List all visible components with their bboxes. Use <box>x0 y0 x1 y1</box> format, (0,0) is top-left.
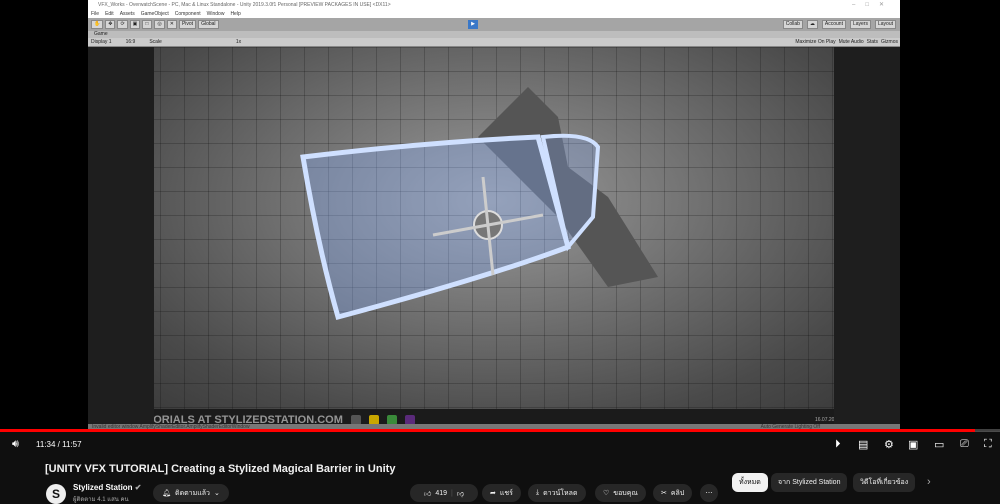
cloud-icon: ☁ <box>806 20 818 29</box>
cast-icon[interactable]: ⎚ <box>960 434 969 454</box>
autoplay-toggle[interactable]: ⏵ <box>835 434 841 454</box>
scissors-icon: ✂ <box>661 490 667 497</box>
theater-mode-icon[interactable]: ▭ <box>934 434 944 454</box>
subscribe-button[interactable]: 🔔︎ ติดตามแล้ว ⌄ <box>153 484 229 502</box>
more-actions-button[interactable]: ⋯ <box>700 484 718 502</box>
layout-dropdown: Layout <box>874 20 896 29</box>
scale-value: 1x <box>235 39 242 45</box>
volume-icon[interactable]: 🔊︎ <box>12 434 19 454</box>
stats: Stats <box>866 39 879 45</box>
custom-tool-icon: ✕ <box>166 20 177 29</box>
scale-tool-icon: ▣ <box>129 20 141 29</box>
game-options-bar: Display 1 16:9 Scale 1x Maximize On Play Mut… <box>88 38 900 47</box>
mute-audio: Mute Audio <box>838 39 864 45</box>
settings-icon[interactable]: ⚙ <box>884 434 894 454</box>
chevron-right-icon[interactable]: › <box>927 476 931 488</box>
chip-all[interactable]: ทั้งหมด <box>732 473 768 492</box>
like-button[interactable]: 👍︎ 419 | 👎︎ <box>410 484 478 502</box>
aspect-select: 16:9 <box>125 39 136 45</box>
video-title: [UNITY VFX TUTORIAL] Creating a Stylized… <box>45 463 396 475</box>
player-controls: 🔊︎ 11:34 / 11:57 ⏵ ▤ ⚙ ▣ ▭ ⎚ ⛶ <box>0 434 1000 454</box>
download-button[interactable]: ⤓ ดาวน์โหลด <box>528 484 586 502</box>
thanks-button[interactable]: ♡ ขอบคุณ <box>595 484 646 502</box>
progress-bar[interactable] <box>0 429 1000 432</box>
miniplayer-icon[interactable]: ▣ <box>908 434 918 454</box>
hand-tool-icon: ✋ <box>91 20 104 29</box>
clip-label: คลิป <box>670 489 685 497</box>
window-controls: –□✕ <box>852 2 894 8</box>
like-count: 419 <box>435 489 448 497</box>
heart-dollar-icon: ♡ <box>603 490 610 497</box>
account-dropdown: Account <box>821 20 846 29</box>
game-view: MORE TUTORIALS AT STYLIZEDSTATION.COM 16… <box>88 47 900 431</box>
thumbs-down-icon: 👎︎ <box>456 490 464 498</box>
global-toggle: Global <box>198 20 219 29</box>
menu-file: File <box>91 11 100 17</box>
unity-editor-frame: VFX_Works - OverwatchScene - PC, Mac & L… <box>88 0 900 431</box>
unity-toolbar: ✋ ✥ ⟳ ▣ □ ◎ ✕ Pivot Global ▶ Collab ☁ Account Laye… <box>88 18 900 31</box>
channel-name[interactable]: Stylized Station ✔ <box>73 483 142 492</box>
bell-icon: 🔔︎ <box>162 490 172 497</box>
letterbox-left <box>88 47 154 431</box>
unity-title-bar: VFX_Works - OverwatchScene - PC, Mac & L… <box>88 0 900 10</box>
game-tab: Game <box>88 31 900 38</box>
layers-dropdown: Layers <box>849 20 871 29</box>
barrier-shield <box>300 134 572 321</box>
maximize-on-play: Maximize On Play <box>795 39 836 45</box>
menu-window: Window <box>206 11 225 17</box>
channel-name-text: Stylized Station <box>73 483 133 492</box>
verified-icon: ✔ <box>134 483 142 492</box>
move-tool-icon: ✥ <box>105 20 116 29</box>
magical-barrier-scene <box>300 87 658 321</box>
download-label: ดาวน์โหลด <box>543 489 578 497</box>
letterbox-right <box>834 47 900 431</box>
display-select: Display 1 <box>91 39 112 45</box>
subscriber-count: ผู้ติดตาม 4.1 แสน คน <box>73 497 129 503</box>
menu-gameobject: GameObject <box>140 11 169 17</box>
download-icon: ⤓ <box>536 489 540 496</box>
play-icon: ▶ <box>468 20 478 29</box>
chip-from-channel[interactable]: จาก Stylized Station <box>771 473 848 492</box>
gizmos: Gizmos <box>881 39 898 45</box>
share-icon: ➦ <box>490 490 496 497</box>
thumbs-up-icon: 👍︎ <box>424 490 432 498</box>
progress-fill <box>0 429 975 432</box>
share-label: แชร์ <box>499 489 513 497</box>
rotate-tool-icon: ⟳ <box>117 20 128 29</box>
menu-assets: Assets <box>119 11 135 17</box>
menu-help: Help <box>230 11 241 17</box>
channel-avatar[interactable]: S <box>46 484 66 504</box>
chevron-down-icon: ⌄ <box>213 490 220 497</box>
scale-label: Scale <box>149 39 162 45</box>
rect-tool-icon: □ <box>142 20 153 29</box>
thanks-label: ขอบคุณ <box>613 489 638 497</box>
share-button[interactable]: ➦ แชร์ <box>482 484 521 502</box>
unity-menu-bar: File Edit Assets GameObject Component Window H… <box>88 10 900 18</box>
time-display: 11:34 / 11:57 <box>36 439 82 449</box>
fullscreen-icon[interactable]: ⛶ <box>984 434 992 454</box>
chip-related[interactable]: วิดีโอที่เกี่ยวข้อง <box>853 473 916 492</box>
menu-component: Component <box>174 11 201 17</box>
video-player[interactable]: VFX_Works - OverwatchScene - PC, Mac & L… <box>0 0 1000 431</box>
menu-edit: Edit <box>105 11 114 17</box>
window-title: VFX_Works - OverwatchScene - PC, Mac & L… <box>98 2 391 8</box>
clip-button[interactable]: ✂ คลิป <box>653 484 693 502</box>
subscribe-label: ติดตามแล้ว <box>175 489 210 497</box>
collab-button: Collab <box>782 20 803 29</box>
pivot-toggle: Pivot <box>178 20 197 29</box>
subtitles-icon[interactable]: ▤ <box>858 434 868 454</box>
transform-tool-icon: ◎ <box>154 20 165 29</box>
